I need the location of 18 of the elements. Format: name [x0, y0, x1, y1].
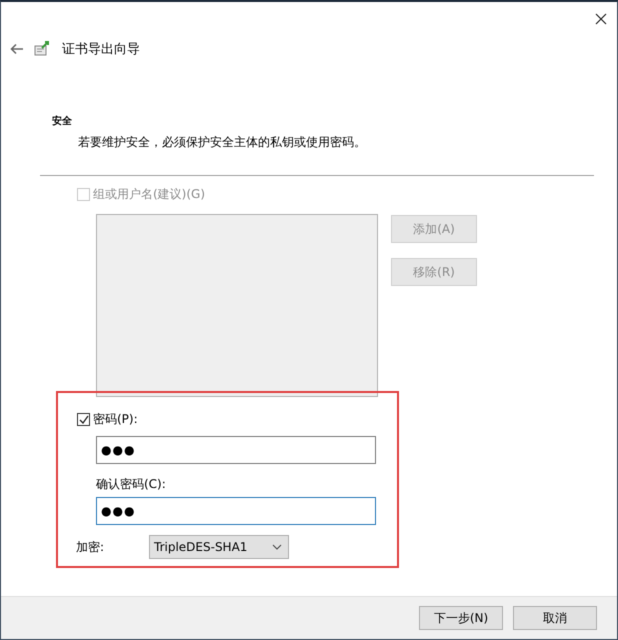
field-label: 确认密码(C):	[96, 476, 167, 493]
close-icon[interactable]	[595, 13, 607, 25]
back-arrow-icon[interactable]	[10, 43, 24, 55]
checkbox-label: 组或用户名(建议)(G)	[93, 186, 206, 203]
chevron-down-icon	[272, 544, 282, 550]
check-icon	[78, 414, 88, 424]
encryption-dropdown[interactable]: TripleDES-SHA1	[149, 535, 289, 559]
password-field[interactable]: ●●●	[96, 436, 376, 464]
checkbox-label: 密码(P):	[93, 411, 138, 428]
checkbox[interactable]	[77, 413, 90, 426]
window-title: 证书导出向导	[62, 41, 140, 58]
encryption-label: 加密:	[76, 538, 106, 556]
certificate-icon	[34, 40, 52, 58]
confirm-password-field[interactable]: ●●●	[96, 497, 376, 525]
section-heading: 安全	[52, 114, 73, 128]
section-description: 若要维护安全，必须保护安全主体的私钥或使用密码。	[78, 134, 367, 151]
footer-button[interactable]: 下一步(N)	[419, 606, 503, 630]
footer-button[interactable]: 取消	[513, 606, 597, 630]
